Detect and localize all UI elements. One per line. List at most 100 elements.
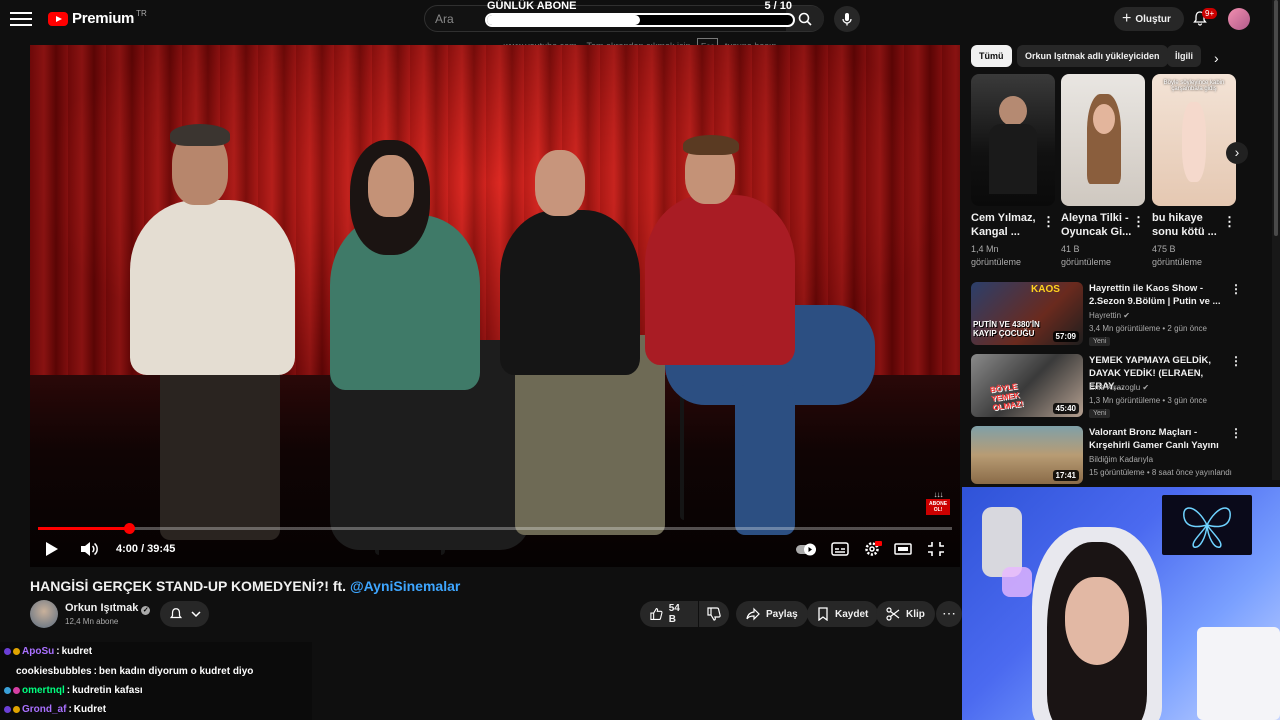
short-views-label: görüntüleme (1152, 257, 1203, 267)
exit-fullscreen-icon[interactable] (926, 541, 946, 557)
search-placeholder: Ara (435, 12, 454, 26)
chip-from-uploader[interactable]: Orkun Işıtmak adlı yükleyiciden (1017, 45, 1168, 67)
video-progress-bar[interactable] (38, 523, 952, 534)
chip-all[interactable]: Tümü (971, 45, 1012, 67)
chevron-right-icon[interactable]: › (1214, 50, 1219, 66)
youtube-logo[interactable]: Premium TR (48, 9, 147, 27)
recommendation-meta: 15 görüntüleme • 8 saat önce yayınlandı (1089, 468, 1232, 477)
chevron-down-icon (190, 611, 201, 618)
time-display: 4:00 / 39:45 (116, 543, 176, 555)
subtitles-icon[interactable] (830, 541, 850, 557)
video-title-mention-link[interactable]: @AyniSinemalar (350, 578, 460, 594)
short-menu-button[interactable]: ⋮ (1132, 214, 1145, 230)
thumbs-up-icon (650, 607, 663, 621)
recommendation-thumbnail[interactable]: KAOS PUTİN VE 4380'İN KAYIP ÇOCUĞU 57:09 (971, 282, 1083, 345)
recommendation-channel[interactable]: Enis Kirazoglu ✔ (1089, 383, 1149, 392)
subscribed-notification-button[interactable] (160, 601, 209, 627)
chat-username: ApoSu (22, 646, 55, 658)
recommendation-thumbnail[interactable]: BÖYLE YEMEK OLMAZ! 45:40 (971, 354, 1083, 417)
short-caption: Böyle söyleyince kabin çarşamba/a gidiş (1163, 80, 1225, 92)
video-progress-played (38, 527, 130, 530)
short-views-count: 1,4 Mn (971, 244, 999, 254)
channel-name[interactable]: Orkun Işıtmak ✓ (65, 602, 151, 615)
short-thumbnail[interactable]: Böyle söyleyince kabin çarşamba/a gidiş (1152, 74, 1236, 206)
youtube-play-icon (48, 11, 68, 26)
menu-button[interactable] (10, 8, 32, 28)
short-views-label: görüntüleme (971, 257, 1022, 267)
video-duration: 57:09 (1052, 331, 1079, 342)
autoplay-toggle-icon[interactable] (795, 541, 817, 557)
short-thumbnail[interactable] (1061, 74, 1145, 206)
share-label: Paylaş (766, 608, 798, 620)
streamer-webcam (962, 487, 1280, 720)
shorts-next-button[interactable]: › (1226, 142, 1248, 164)
comedian-1 (130, 120, 310, 550)
short-title[interactable]: bu hikaye sonu kötü ... (1152, 211, 1232, 239)
short-menu-button[interactable]: ⋮ (1223, 214, 1236, 230)
verified-check-icon: ✔ (1142, 383, 1150, 392)
channel-subscribers: 12,4 Mn abone (65, 617, 119, 626)
recommendation-channel[interactable]: Bildiğim Kadarıyla (1089, 455, 1153, 464)
theater-mode-icon[interactable] (893, 541, 913, 557)
short-title[interactable]: Aleyna Tilki - Oyuncak Gi... (1061, 211, 1141, 239)
short-views: 1,4 Mn görüntüleme (971, 243, 1021, 269)
short-menu-button[interactable]: ⋮ (1042, 214, 1055, 230)
chat-message: Grond_af: Kudret (0, 700, 312, 719)
short-thumbnail[interactable] (971, 74, 1055, 206)
subscriber-goal-overlay: GÜNLÜK ABONE 5 / 10 (478, 0, 800, 28)
recommendation-title[interactable]: Hayrettin ile Kaos Show - 2.Sezon 9.Bölü… (1089, 282, 1229, 308)
recommendation-title[interactable]: Valorant Bronz Maçları - Kırşehirli Game… (1089, 426, 1229, 452)
recommendation-meta: 1,3 Mn görüntüleme • 3 gün önce (1089, 396, 1207, 405)
chat-separator: : (66, 684, 71, 696)
verified-check-icon: ✓ (141, 606, 151, 615)
mic-light (1002, 567, 1032, 597)
chip-related[interactable]: İlgili (1167, 45, 1201, 67)
save-button[interactable]: Kaydet (807, 601, 879, 627)
short-views-count: 41 B (1061, 244, 1080, 254)
stream-chat-overlay: ApoSu: kudret cookiesbubbles: ben kadın di… (0, 642, 312, 720)
recommendation-menu-button[interactable]: ⋮ (1230, 282, 1242, 296)
recommendation-menu-button[interactable]: ⋮ (1230, 426, 1242, 440)
like-button[interactable]: 54 B (640, 601, 698, 627)
page-scrollbar[interactable] (1272, 0, 1280, 480)
share-button[interactable]: Paylaş (736, 601, 808, 627)
recommendation-channel[interactable]: Hayrettin ✔ (1089, 311, 1130, 320)
overlay-arrows: ↓↓↓ (933, 490, 944, 499)
goal-progress-fill (487, 15, 640, 25)
recommendation-channel-name[interactable]: Enis Kirazoglu (1089, 383, 1140, 392)
short-title[interactable]: Cem Yılmaz, Kangal ... (971, 211, 1051, 239)
thumbs-down-icon (707, 607, 721, 621)
channel-name-text[interactable]: Orkun Işıtmak (65, 602, 138, 614)
volume-icon[interactable] (80, 541, 98, 557)
settings-gear-icon[interactable] (862, 541, 882, 557)
country-code: TR (136, 9, 147, 18)
chat-username: Grond_af (22, 704, 67, 716)
create-label: Oluştur (1135, 13, 1171, 25)
chat-separator: : (68, 704, 72, 716)
recommendation-menu-button[interactable]: ⋮ (1230, 354, 1242, 368)
create-button[interactable]: + Oluştur (1114, 7, 1184, 31)
chat-username: cookiesbubbles (16, 665, 92, 677)
chat-message: omertnql: kudretin kafası (0, 681, 312, 700)
plus-icon: + (1122, 10, 1132, 27)
play-button[interactable] (46, 542, 58, 556)
voice-search-button[interactable] (834, 6, 860, 32)
badge-icon (13, 686, 20, 694)
chat-separator: : (93, 665, 97, 677)
more-actions-button[interactable]: ⋯ (936, 601, 962, 627)
scrollbar-thumb[interactable] (1274, 0, 1278, 236)
badge-icon (13, 706, 20, 714)
badge-icon (4, 648, 11, 656)
account-avatar[interactable] (1228, 8, 1250, 30)
recommendation-channel-name[interactable]: Hayrettin (1089, 311, 1121, 320)
channel-avatar[interactable] (30, 600, 58, 628)
chat-username: omertnql (22, 684, 65, 696)
clip-button[interactable]: Klip (876, 601, 935, 627)
short-views: 475 B görüntüleme (1152, 243, 1202, 269)
search-icon (798, 12, 812, 26)
video-duration: 17:41 (1052, 470, 1079, 481)
dislike-button[interactable] (699, 601, 729, 627)
recommendation-thumbnail[interactable]: 17:41 (971, 426, 1083, 484)
short-views: 41 B görüntüleme (1061, 243, 1111, 269)
video-player[interactable]: ↓↓↓ ABONE OL! 4:00 / 39:45 (30, 45, 960, 567)
